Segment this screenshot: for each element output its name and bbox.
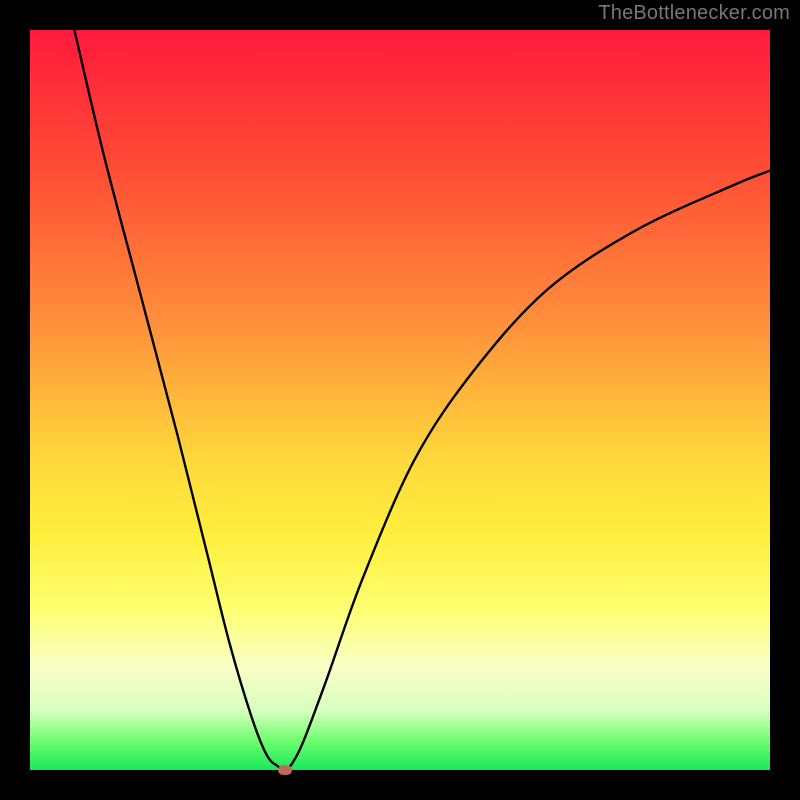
watermark-label: TheBottlenecker.com [598,2,790,25]
bottleneck-curve [30,30,770,770]
plot-area [30,30,770,770]
minimum-marker [278,765,292,775]
chart-frame: TheBottlenecker.com [0,0,800,800]
